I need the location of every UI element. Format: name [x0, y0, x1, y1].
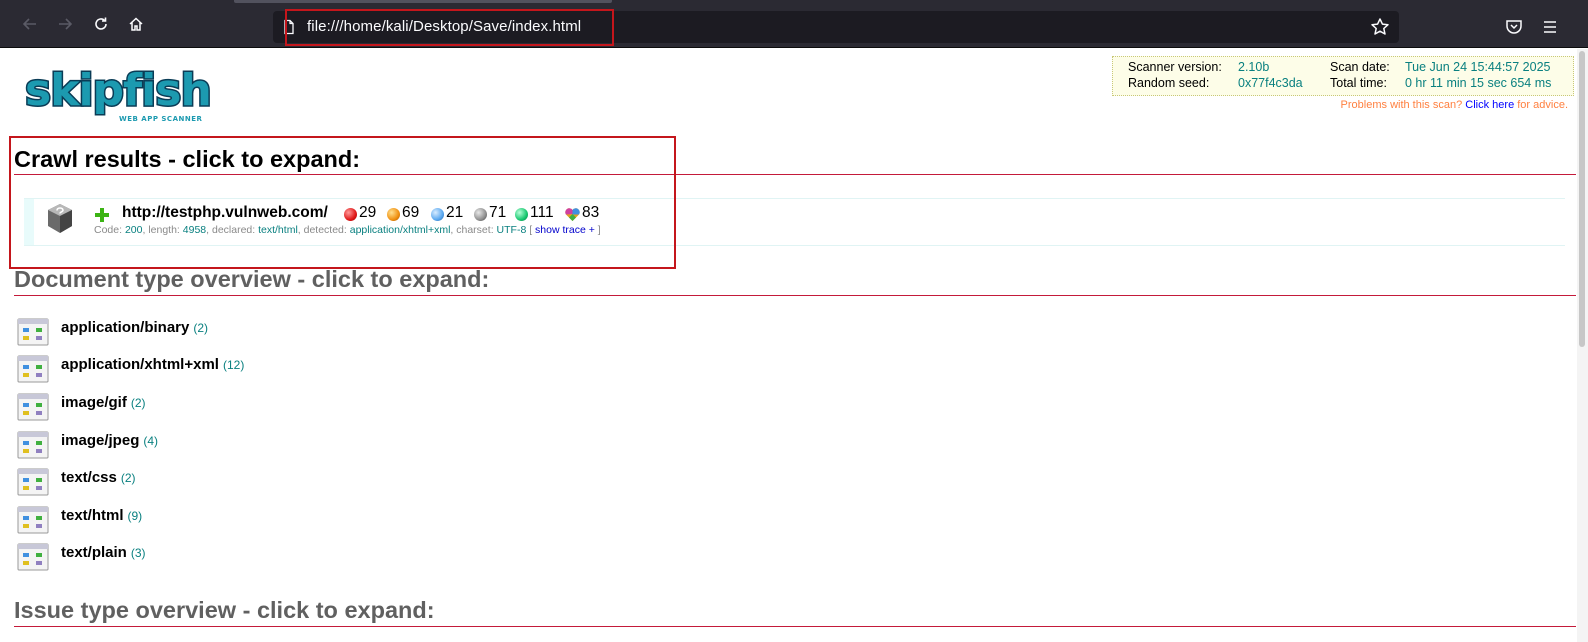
url-highlight-box — [285, 9, 614, 46]
doc-type-label: application/xhtml+xml (12) — [61, 356, 245, 373]
problems-suffix: for advice. — [1517, 99, 1568, 111]
svg-text:WEB APP SCANNER: WEB APP SCANNER — [119, 115, 202, 123]
pocket-icon[interactable] — [1504, 17, 1524, 37]
doc-type-count: (2) — [130, 396, 146, 410]
document-window-icon — [17, 355, 49, 383]
doc-type-item[interactable]: application/binary (2) — [17, 317, 517, 349]
document-window-icon — [17, 393, 49, 421]
doc-type-label: image/jpeg (4) — [61, 432, 159, 449]
doc-type-count: (9) — [127, 509, 143, 523]
doc-type-item[interactable]: application/xhtml+xml (12) — [17, 354, 517, 386]
home-icon — [129, 17, 143, 31]
total-time-label: Total time: — [1330, 76, 1387, 90]
browser-toolbar: file:///home/kali/Desktop/Save/index.htm… — [0, 0, 1588, 48]
doc-type-heading[interactable]: Document type overview - click to expand… — [14, 266, 489, 293]
doc-type-item[interactable]: text/plain (3) — [17, 542, 517, 574]
page-content: skipfish WEB APP SCANNER Scanner version… — [6, 49, 1576, 642]
doc-type-count: (2) — [193, 321, 209, 335]
scan-date-value: Tue Jun 24 15:44:57 2025 — [1405, 60, 1551, 74]
scanner-version-value: 2.10b — [1238, 60, 1270, 74]
document-window-icon — [17, 318, 49, 346]
document-window-icon — [17, 431, 49, 459]
random-seed-value: 0x77f4c3da — [1238, 76, 1303, 90]
doc-type-count: (12) — [222, 358, 245, 372]
issue-type-heading[interactable]: Issue type overview - click to expand: — [14, 597, 435, 624]
doc-type-item[interactable]: image/jpeg (4) — [17, 430, 517, 462]
back-arrow-icon — [22, 18, 36, 30]
forward-button[interactable] — [54, 13, 76, 35]
forward-arrow-icon — [59, 18, 73, 30]
doc-type-label: image/gif (2) — [61, 394, 146, 411]
active-tab-indicator — [234, 0, 612, 3]
issue-type-divider — [14, 626, 1576, 627]
document-window-icon — [17, 543, 49, 571]
problems-notice: Problems with this scan? Click here for … — [1341, 99, 1568, 111]
menu-hamburger-icon[interactable] — [1540, 17, 1560, 37]
reload-icon — [95, 17, 107, 30]
doc-type-divider — [14, 295, 1576, 296]
page-scrollbar[interactable] — [1577, 49, 1588, 642]
scanner-version-label: Scanner version: — [1128, 60, 1222, 74]
problems-text: Problems with this scan? — [1340, 99, 1463, 111]
problems-help-link[interactable]: Click here — [1465, 99, 1514, 111]
scan-info-box: Scanner version: 2.10b Scan date: Tue Ju… — [1112, 56, 1574, 96]
doc-type-item[interactable]: text/css (2) — [17, 467, 517, 499]
svg-text:skipfish: skipfish — [25, 65, 211, 116]
doc-type-count: (2) — [120, 471, 136, 485]
doc-type-item[interactable]: text/html (9) — [17, 505, 517, 537]
doc-type-item[interactable]: image/gif (2) — [17, 392, 517, 424]
crawl-highlight-box — [9, 136, 676, 269]
document-window-icon — [17, 468, 49, 496]
doc-type-label: text/css (2) — [61, 469, 136, 486]
scrollbar-thumb[interactable] — [1579, 51, 1585, 347]
skipfish-logo: skipfish WEB APP SCANNER — [24, 64, 214, 124]
doc-type-count: (3) — [130, 546, 146, 560]
reload-button[interactable] — [90, 13, 112, 35]
random-seed-label: Random seed: — [1128, 76, 1210, 90]
scan-date-label: Scan date: — [1330, 60, 1390, 74]
document-window-icon — [17, 506, 49, 534]
home-button[interactable] — [125, 13, 147, 35]
bookmark-star-icon[interactable] — [1370, 17, 1390, 37]
doc-type-label: application/binary (2) — [61, 319, 209, 336]
doc-type-label: text/html (9) — [61, 507, 143, 524]
doc-type-count: (4) — [143, 434, 159, 448]
total-time-value: 0 hr 11 min 15 sec 654 ms — [1405, 76, 1552, 90]
back-button[interactable] — [19, 13, 41, 35]
doc-type-label: text/plain (3) — [61, 544, 146, 561]
